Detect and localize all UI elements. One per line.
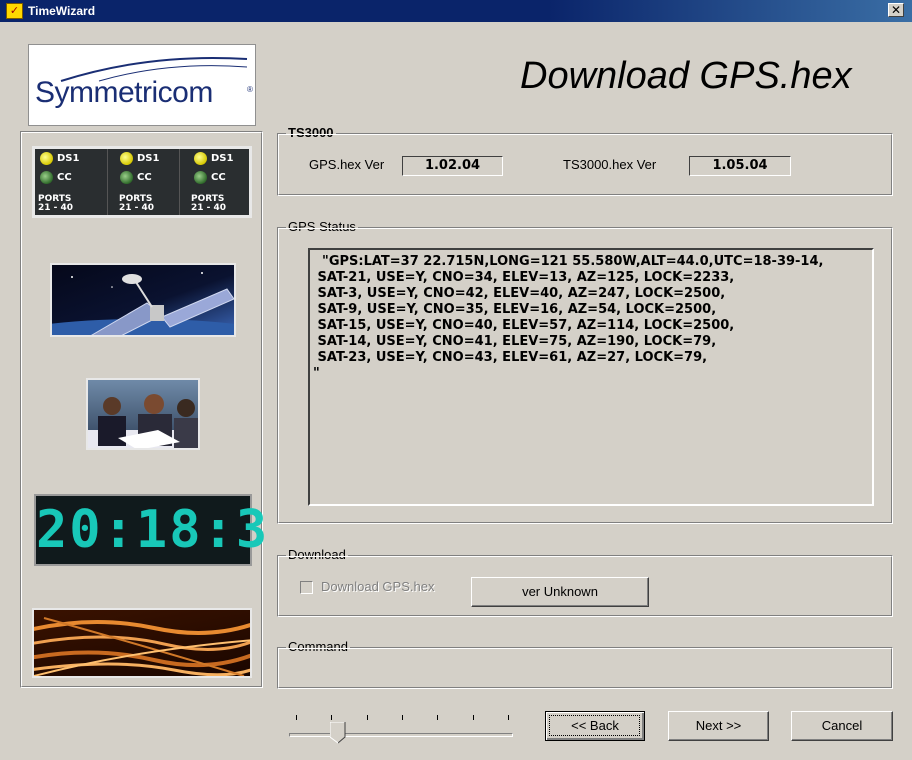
people-photo-icon <box>88 394 198 448</box>
ports-range-label: 21 - 40 <box>119 203 155 213</box>
ts3000-hex-version-field: 1.05.04 <box>689 156 791 176</box>
window-title: TimeWizard <box>28 4 96 18</box>
port-column: DS1 CC PORTS 21 - 40 <box>179 149 251 215</box>
ds1-led-icon <box>40 152 53 165</box>
slider-tick <box>472 715 474 720</box>
satellite-image <box>50 263 236 337</box>
gps-status-group-label: GPS Status <box>286 219 358 235</box>
cc-led-icon <box>194 171 207 184</box>
ports-panel-image: DS1 CC PORTS 21 - 40 DS1 CC PORTS 21 - 4… <box>32 146 252 218</box>
next-button[interactable]: Next >> <box>668 711 769 741</box>
led-label: CC <box>211 172 226 183</box>
logo-text: Symmetricom <box>35 76 213 109</box>
slider-tick <box>402 715 403 720</box>
gps-hex-version-field: 1.02.04 <box>402 156 503 176</box>
ts3000-hex-version-label: TS3000.hex Ver <box>563 157 657 172</box>
close-button[interactable]: ✕ <box>888 3 904 17</box>
cable-icon <box>34 617 250 676</box>
satellite-icon <box>52 272 234 335</box>
download-gps-hex-checkbox[interactable] <box>300 581 313 594</box>
led-label: DS1 <box>57 153 80 164</box>
ds1-led-icon <box>194 152 207 165</box>
back-button[interactable]: << Back <box>545 711 645 741</box>
led-label: CC <box>137 172 152 183</box>
download-group-label: Download <box>286 547 348 563</box>
business-people-image <box>86 378 200 450</box>
port-column: DS1 CC PORTS 21 - 40 <box>107 149 180 215</box>
gps-status-textbox[interactable]: "GPS:LAT=37 22.715N,LONG=121 55.580W,ALT… <box>308 248 874 506</box>
command-group: Command <box>277 639 893 689</box>
copper-cable-image <box>32 608 252 678</box>
led-label: CC <box>57 172 72 183</box>
cc-led-icon <box>120 171 133 184</box>
version-button[interactable]: ver Unknown <box>471 577 649 607</box>
title-bar: ✓ TimeWizard ✕ <box>0 0 912 22</box>
symmetricom-logo: Symmetricom ® <box>28 44 256 126</box>
cc-led-icon <box>40 171 53 184</box>
logo-registered-mark: ® <box>247 85 253 94</box>
led-label: DS1 <box>137 153 160 164</box>
ts3000-group-label: TS3000 <box>286 125 336 141</box>
port-column: DS1 CC PORTS 21 - 40 <box>35 149 108 215</box>
slider-track[interactable] <box>289 733 513 737</box>
led-label: DS1 <box>211 153 234 164</box>
ports-range-label: 21 - 40 <box>38 203 74 213</box>
ports-range-label: 21 - 40 <box>191 203 227 213</box>
timewizard-app-icon[interactable]: ✓ <box>6 3 23 19</box>
slider-tick <box>437 715 439 720</box>
gps-hex-version-label: GPS.hex Ver <box>309 157 385 172</box>
slider-tick <box>366 715 368 720</box>
slider-tick <box>508 715 509 720</box>
slider-thumb[interactable] <box>330 722 346 744</box>
ds1-led-icon <box>120 152 133 165</box>
slider-tick <box>296 715 297 720</box>
clock-digits: 20:18:3 <box>36 500 270 560</box>
clock-display-image: 20:18:3 <box>34 494 270 566</box>
cancel-button[interactable]: Cancel <box>791 711 893 741</box>
download-gps-hex-label: Download GPS.hex <box>321 579 435 594</box>
command-group-label: Command <box>286 639 350 655</box>
page-title: Download GPS.hex <box>520 55 852 97</box>
slider-tick <box>331 715 333 720</box>
focus-ring <box>549 715 640 736</box>
